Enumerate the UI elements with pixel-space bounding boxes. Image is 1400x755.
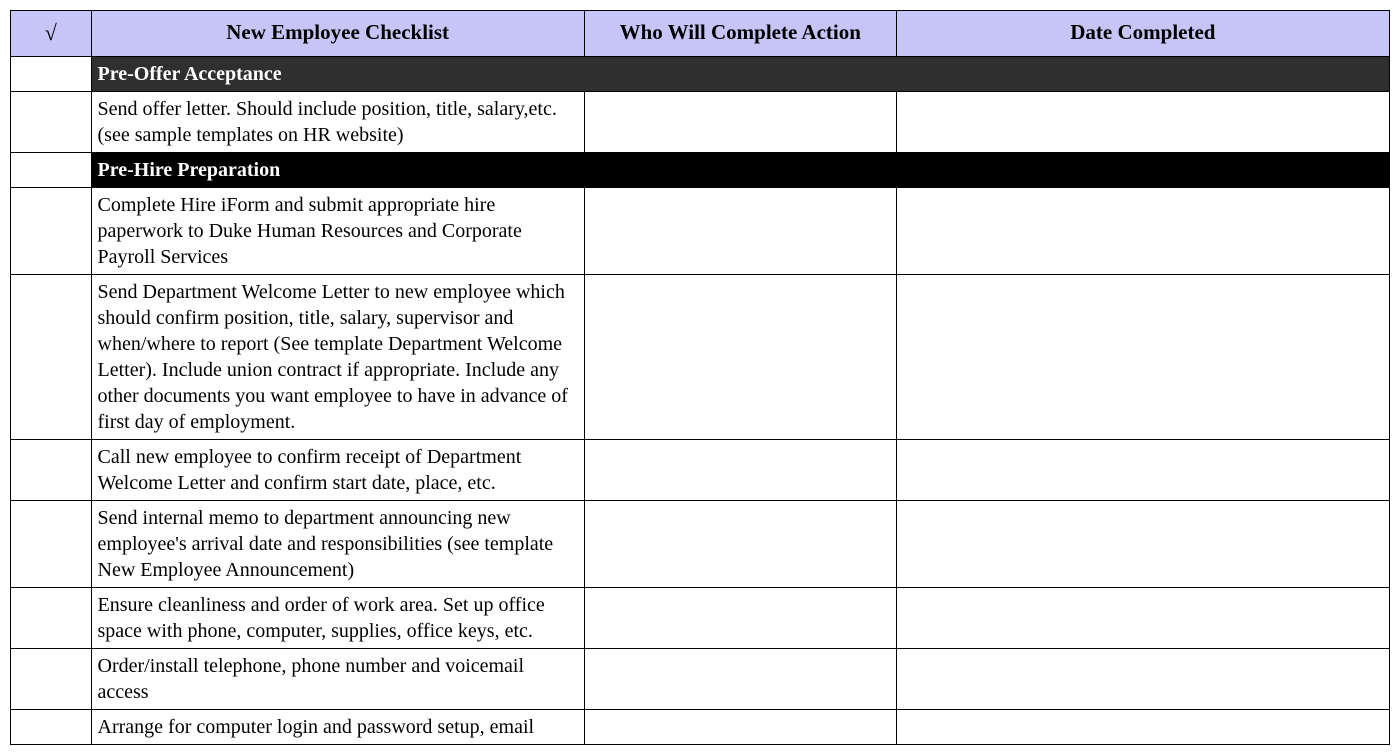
check-cell[interactable] — [11, 648, 92, 709]
section-header: Pre-Hire Preparation — [11, 152, 1390, 187]
section-header: Pre-Offer Acceptance — [11, 56, 1390, 91]
task-cell: Arrange for computer login and password … — [91, 709, 584, 744]
section-check-cell — [11, 152, 92, 187]
task-cell: Call new employee to confirm receipt of … — [91, 439, 584, 500]
who-cell[interactable] — [584, 439, 896, 500]
table-row: Send internal memo to department announc… — [11, 500, 1390, 587]
task-cell: Order/install telephone, phone number an… — [91, 648, 584, 709]
task-cell: Ensure cleanliness and order of work are… — [91, 587, 584, 648]
check-cell[interactable] — [11, 500, 92, 587]
who-cell[interactable] — [584, 648, 896, 709]
table-row: Send offer letter. Should include positi… — [11, 91, 1390, 152]
table-row: Send Department Welcome Letter to new em… — [11, 274, 1390, 439]
header-date: Date Completed — [896, 11, 1389, 57]
header-row: √ New Employee Checklist Who Will Comple… — [11, 11, 1390, 57]
task-cell: Complete Hire iForm and submit appropria… — [91, 187, 584, 274]
date-cell[interactable] — [896, 648, 1389, 709]
date-cell[interactable] — [896, 709, 1389, 744]
section-title: Pre-Hire Preparation — [91, 152, 1389, 187]
table-row: Arrange for computer login and password … — [11, 709, 1390, 744]
task-cell: Send Department Welcome Letter to new em… — [91, 274, 584, 439]
check-cell[interactable] — [11, 709, 92, 744]
section-check-cell — [11, 56, 92, 91]
header-check: √ — [11, 11, 92, 57]
table-row: Call new employee to confirm receipt of … — [11, 439, 1390, 500]
table-row: Complete Hire iForm and submit appropria… — [11, 187, 1390, 274]
task-cell: Send internal memo to department announc… — [91, 500, 584, 587]
header-who: Who Will Complete Action — [584, 11, 896, 57]
task-cell: Send offer letter. Should include positi… — [91, 91, 584, 152]
who-cell[interactable] — [584, 587, 896, 648]
header-task: New Employee Checklist — [91, 11, 584, 57]
date-cell[interactable] — [896, 91, 1389, 152]
table-row: Order/install telephone, phone number an… — [11, 648, 1390, 709]
date-cell[interactable] — [896, 187, 1389, 274]
who-cell[interactable] — [584, 91, 896, 152]
who-cell[interactable] — [584, 187, 896, 274]
employee-checklist-table: √ New Employee Checklist Who Will Comple… — [10, 10, 1390, 745]
table-body: Pre-Offer AcceptanceSend offer letter. S… — [11, 56, 1390, 744]
date-cell[interactable] — [896, 274, 1389, 439]
date-cell[interactable] — [896, 500, 1389, 587]
who-cell[interactable] — [584, 500, 896, 587]
check-cell[interactable] — [11, 91, 92, 152]
check-cell[interactable] — [11, 187, 92, 274]
who-cell[interactable] — [584, 274, 896, 439]
date-cell[interactable] — [896, 587, 1389, 648]
table-row: Ensure cleanliness and order of work are… — [11, 587, 1390, 648]
who-cell[interactable] — [584, 709, 896, 744]
check-cell[interactable] — [11, 274, 92, 439]
section-title: Pre-Offer Acceptance — [91, 56, 1389, 91]
check-cell[interactable] — [11, 439, 92, 500]
date-cell[interactable] — [896, 439, 1389, 500]
check-cell[interactable] — [11, 587, 92, 648]
